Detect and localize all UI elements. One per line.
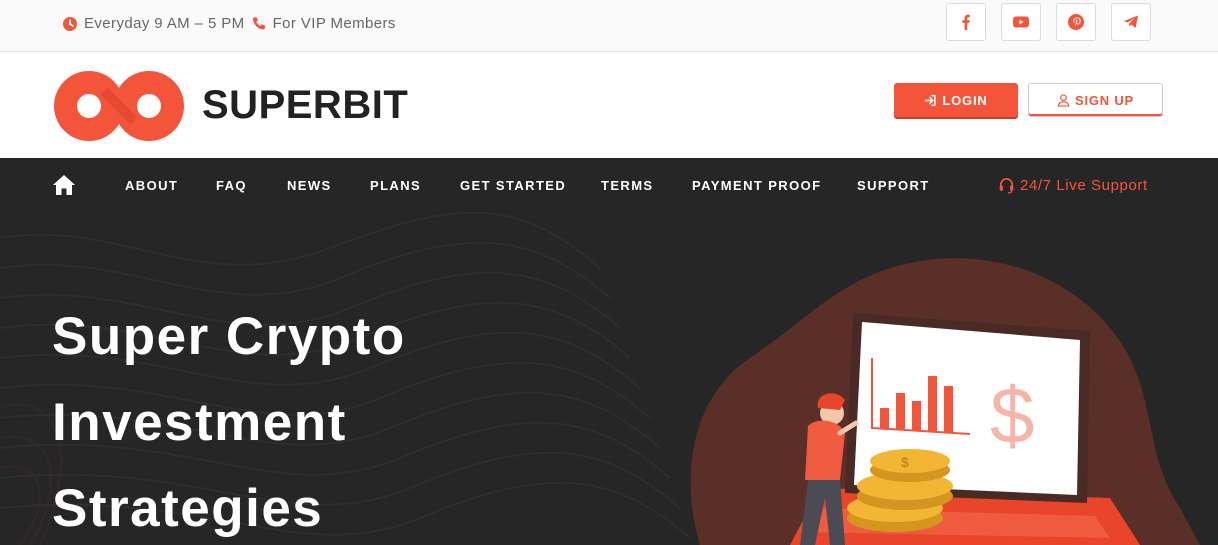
nav-item-support[interactable]: SUPPORT — [857, 178, 930, 193]
nav-item-plans[interactable]: PLANS — [370, 178, 421, 193]
top-info: Everyday 9 AM – 5 PM For VIP Members — [62, 15, 396, 32]
vip-members-text: For VIP Members — [272, 15, 396, 32]
login-label: LOGIN — [942, 92, 988, 108]
nav-item-news[interactable]: NEWS — [287, 178, 332, 193]
brand-name[interactable]: SUPERBIT — [202, 83, 408, 128]
opening-hours-text: Everyday 9 AM – 5 PM — [84, 15, 245, 32]
hero-headline-line-3: Strategies — [52, 479, 324, 538]
clock-icon — [62, 16, 78, 32]
login-button[interactable]: LOGIN — [894, 83, 1018, 117]
headset-icon — [999, 178, 1014, 194]
svg-text:$: $ — [901, 454, 909, 470]
hero-headline-line-2: Investment — [52, 393, 347, 452]
hero-headline-line-1: Super Crypto — [52, 307, 406, 366]
signup-button[interactable]: SIGN UP — [1028, 83, 1163, 117]
youtube-icon — [1013, 16, 1029, 28]
main-nav: ABOUT FAQ NEWS PLANS GET STARTED TERMS P… — [0, 158, 1218, 214]
nav-item-get-started[interactable]: GET STARTED — [460, 178, 566, 193]
nav-item-about[interactable]: ABOUT — [125, 178, 178, 193]
live-support-label: 24/7 Live Support — [1020, 177, 1148, 194]
crypto-investment-illustration: $ $ — [690, 258, 1200, 545]
nav-item-terms[interactable]: TERMS — [601, 178, 654, 193]
live-support-link[interactable]: 24/7 Live Support — [998, 177, 1148, 194]
pinterest-icon — [1068, 14, 1084, 30]
top-bar: Everyday 9 AM – 5 PM For VIP Members — [0, 0, 1218, 52]
site-header: SUPERBIT LOGIN SIGN UP — [0, 53, 1218, 158]
telegram-icon — [1123, 15, 1138, 28]
superbit-logo[interactable] — [52, 69, 186, 143]
phone-icon — [251, 16, 267, 32]
svg-text:$: $ — [990, 371, 1035, 460]
user-icon — [1057, 93, 1070, 107]
pinterest-button[interactable] — [1056, 3, 1096, 41]
home-icon[interactable] — [52, 174, 76, 196]
hero-section: ABOUT FAQ NEWS PLANS GET STARTED TERMS P… — [0, 158, 1218, 545]
sign-in-icon — [925, 94, 937, 106]
nav-item-faq[interactable]: FAQ — [216, 178, 247, 193]
telegram-button[interactable] — [1111, 3, 1151, 41]
facebook-button[interactable] — [946, 3, 986, 41]
nav-item-payment-proof[interactable]: PAYMENT PROOF — [692, 178, 821, 193]
facebook-icon — [962, 14, 970, 30]
social-links — [946, 3, 1166, 41]
signup-label: SIGN UP — [1074, 92, 1135, 108]
youtube-button[interactable] — [1001, 3, 1041, 41]
